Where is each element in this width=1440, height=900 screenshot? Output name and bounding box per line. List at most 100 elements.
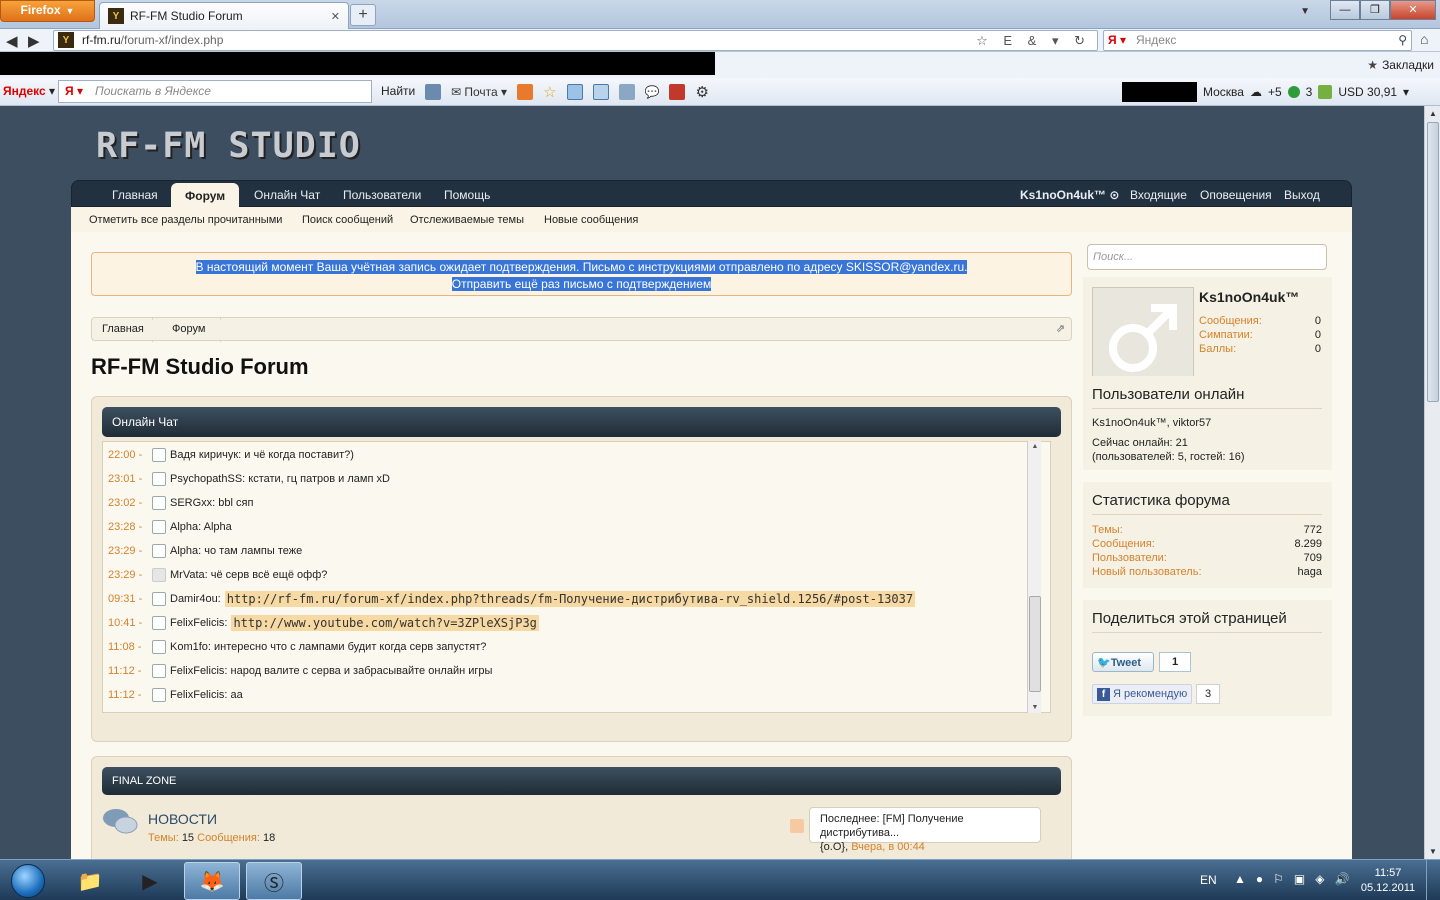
search-icon[interactable]: ⚲ bbox=[1398, 31, 1407, 50]
subnav-new-posts[interactable]: Новые сообщения bbox=[544, 214, 638, 226]
scroll-up-icon[interactable]: ▲ bbox=[1425, 109, 1440, 118]
subnav-mark-read[interactable]: Отметить все разделы прочитанными bbox=[89, 214, 282, 226]
yandex-engine-icon[interactable]: Я ▾ bbox=[1108, 31, 1126, 50]
bookmarks-menu[interactable]: ★ Закладки bbox=[1367, 58, 1434, 72]
chat-avatar-icon[interactable] bbox=[152, 616, 166, 630]
online-user-list[interactable]: Ks1noOn4uk™, viktor57 bbox=[1092, 416, 1211, 430]
resend-confirmation-link[interactable]: Отправить ещё раз письмо с подтверждение… bbox=[451, 277, 712, 291]
weather-temp[interactable]: +5 bbox=[1268, 85, 1282, 99]
nav-forum[interactable]: Форум bbox=[171, 183, 240, 209]
chat-avatar-icon[interactable] bbox=[152, 496, 166, 510]
nav-home[interactable]: Главная bbox=[112, 188, 158, 202]
nav-user-account[interactable]: Ks1noOn4uk™ ⊙ bbox=[1020, 188, 1119, 202]
chat-avatar-icon[interactable] bbox=[152, 568, 166, 582]
page-scroll-thumb[interactable] bbox=[1427, 122, 1439, 402]
forward-arrow-icon[interactable]: ▶ bbox=[28, 32, 40, 50]
rss-icon[interactable] bbox=[790, 819, 804, 833]
translate-icon[interactable] bbox=[592, 84, 609, 100]
tab-rf-fm-forum[interactable]: Y RF-FM Studio Forum ✕ bbox=[99, 2, 349, 29]
media-player-taskbar-icon[interactable]: ▶ bbox=[122, 862, 178, 900]
yandex-find-button[interactable]: Найти bbox=[381, 84, 415, 98]
close-window-button[interactable]: ✕ bbox=[1390, 0, 1436, 20]
profile-name[interactable]: Ks1noOn4uk™ bbox=[1199, 289, 1299, 305]
skype-taskbar-icon[interactable]: Ⓢ bbox=[246, 862, 302, 900]
maximize-button[interactable]: ❐ bbox=[1360, 0, 1390, 20]
nav-users[interactable]: Пользователи bbox=[343, 188, 421, 202]
facebook-recommend-button[interactable]: fЯ рекомендую bbox=[1092, 684, 1192, 704]
back-arrow-icon[interactable]: ◀ bbox=[6, 32, 18, 50]
chat-messages[interactable]: 22:00 - Вадя киричук: и чё когда поставит… bbox=[102, 441, 1051, 713]
chat-avatar-icon[interactable] bbox=[152, 592, 166, 606]
favorites-star-icon[interactable]: ☆ bbox=[543, 83, 556, 101]
scroll-up-icon[interactable]: ▲ bbox=[1028, 443, 1042, 450]
nav-alerts[interactable]: Оповещения bbox=[1200, 188, 1272, 202]
avatar[interactable] bbox=[1092, 287, 1194, 389]
sidebar-search-input[interactable]: Поиск... bbox=[1087, 244, 1327, 270]
yandex-mail-button[interactable]: ✉ Почта ▾ bbox=[451, 85, 507, 99]
url-bar[interactable]: Y rf-fm.ru/forum-xf/index.php ☆ E & ▾ ↻ bbox=[53, 30, 1098, 51]
minimize-button[interactable]: — bbox=[1330, 0, 1360, 20]
newest-user-link[interactable]: haga bbox=[1298, 566, 1322, 578]
site-logo[interactable]: RF-FM STUDIO bbox=[96, 126, 361, 166]
language-indicator[interactable]: EN bbox=[1200, 873, 1217, 887]
chat-avatar-icon[interactable] bbox=[152, 544, 166, 558]
antivirus-icon[interactable] bbox=[669, 84, 686, 100]
chat-link[interactable]: http://www.youtube.com/watch?v=3ZPleXSjP… bbox=[231, 615, 539, 631]
show-desktop-button[interactable] bbox=[1426, 860, 1440, 900]
comment-icon[interactable]: 💬 bbox=[645, 85, 660, 99]
chat-avatar-icon[interactable] bbox=[152, 448, 166, 462]
chat-avatar-icon[interactable] bbox=[152, 664, 166, 678]
chat-scroll-thumb[interactable] bbox=[1029, 596, 1041, 692]
chat-time: 23:29 - bbox=[108, 545, 143, 557]
chat-time: 23:28 - bbox=[108, 521, 143, 533]
firefox-menu-button[interactable]: Firefox ▼ bbox=[0, 0, 95, 22]
start-button[interactable] bbox=[4, 861, 54, 900]
weather-city[interactable]: Москва bbox=[1203, 85, 1244, 99]
chat-scrollbar[interactable]: ▲ ▼ bbox=[1027, 441, 1041, 713]
chat-avatar-icon[interactable] bbox=[152, 640, 166, 654]
last-post-user[interactable]: {o.O}, bbox=[820, 841, 848, 853]
chat-link[interactable]: http://rf-fm.ru/forum-xf/index.php?threa… bbox=[224, 591, 916, 607]
page-scrollbar[interactable]: ▲ ▼ bbox=[1424, 106, 1440, 859]
nav-chat[interactable]: Онлайн Чат bbox=[254, 188, 320, 202]
yandex-bookmark-icon[interactable] bbox=[425, 84, 441, 100]
subnav-watched[interactable]: Отслеживаемые темы bbox=[410, 214, 524, 226]
currency-rate[interactable]: USD 30,91 bbox=[1338, 85, 1397, 99]
popout-icon[interactable]: ⇗ bbox=[1056, 322, 1065, 335]
windows-orb-icon bbox=[11, 864, 45, 898]
browser-search-field[interactable]: Я ▾ Яндекс ⚲ bbox=[1103, 30, 1412, 51]
home-icon[interactable]: ⌂ bbox=[1420, 31, 1428, 47]
forum-title-news[interactable]: НОВОСТИ bbox=[148, 811, 217, 827]
new-tab-button[interactable]: + bbox=[350, 4, 376, 26]
tray-icons[interactable]: ▲●⚐▣◈🔊 bbox=[1234, 872, 1359, 886]
breadcrumb-forum[interactable]: Форум bbox=[172, 323, 205, 335]
scroll-down-icon[interactable]: ▼ bbox=[1425, 847, 1440, 856]
yandex-search-input[interactable]: Я ▾ Поискать в Яндексе bbox=[58, 80, 372, 103]
firefox-taskbar-icon[interactable]: 🦊 bbox=[184, 862, 240, 900]
tweet-button[interactable]: 🐦Tweet bbox=[1092, 652, 1154, 672]
category-header[interactable]: FINAL ZONE bbox=[102, 767, 1061, 795]
nav-inbox[interactable]: Входящие bbox=[1130, 188, 1187, 202]
explorer-taskbar-icon[interactable]: 📁 bbox=[62, 862, 118, 900]
notification-count[interactable]: 3 bbox=[1306, 85, 1313, 99]
chat-avatar-icon[interactable] bbox=[152, 472, 166, 486]
clock[interactable]: 11:57 05.12.2011 bbox=[1358, 866, 1418, 896]
last-post-date[interactable]: Вчера, в 00:44 bbox=[851, 841, 925, 853]
url-bar-icons[interactable]: ☆ E & ▾ ↻ bbox=[976, 31, 1091, 50]
settings-gear-icon[interactable]: ⚙ bbox=[695, 83, 708, 101]
chat-header[interactable]: Онлайн Чат bbox=[102, 407, 1061, 437]
close-tab-icon[interactable]: ✕ bbox=[331, 10, 340, 23]
spellcheck-icon[interactable] bbox=[566, 84, 583, 100]
subnav-search[interactable]: Поиск сообщений bbox=[302, 214, 393, 226]
chat-avatar-icon[interactable] bbox=[152, 688, 166, 702]
nav-help[interactable]: Помощь bbox=[444, 188, 490, 202]
tab-list-arrow-icon[interactable]: ▼ bbox=[1300, 6, 1310, 17]
yandex-menu[interactable]: Яндекс ▾ bbox=[3, 84, 55, 98]
chat-avatar-icon[interactable] bbox=[152, 520, 166, 534]
scroll-down-icon[interactable]: ▼ bbox=[1028, 704, 1042, 711]
nav-logout[interactable]: Выход bbox=[1284, 188, 1320, 202]
stat-row: Сообщения: 8.299 bbox=[1092, 538, 1322, 550]
grid-icon[interactable] bbox=[618, 84, 635, 100]
yandex-fotki-icon[interactable] bbox=[517, 84, 534, 100]
breadcrumb-home[interactable]: Главная bbox=[102, 323, 144, 335]
